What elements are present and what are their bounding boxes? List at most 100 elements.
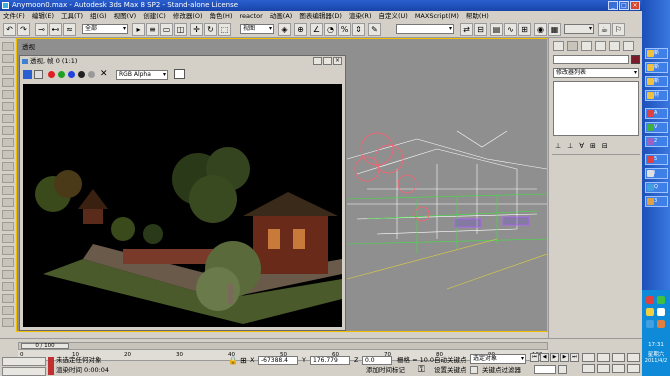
make-unique-icon[interactable]: ∀ xyxy=(579,142,584,150)
maxscript-listener[interactable] xyxy=(2,357,46,366)
tool-icon[interactable] xyxy=(2,90,14,99)
select-move-icon[interactable]: ✛ xyxy=(190,23,203,36)
align-icon[interactable]: ⊟ xyxy=(474,23,487,36)
field-of-view-icon[interactable] xyxy=(582,364,595,373)
menu-group[interactable]: 组(G) xyxy=(90,11,107,21)
taskbar-folder-button[interactable]: 新 xyxy=(645,62,668,73)
clone-window-icon[interactable] xyxy=(34,70,43,79)
object-color-swatch[interactable] xyxy=(631,55,640,64)
tool-icon[interactable] xyxy=(2,198,14,207)
tool-icon[interactable] xyxy=(2,138,14,147)
show-end-result-icon[interactable]: ⊥ xyxy=(567,142,573,150)
menu-help[interactable]: 帮助(H) xyxy=(466,11,489,21)
menu-reactor[interactable]: reactor xyxy=(239,11,262,21)
render-maximize-button[interactable] xyxy=(323,57,332,65)
object-name-field[interactable] xyxy=(553,55,629,64)
menu-maxscript[interactable]: MAXScript(M) xyxy=(415,11,459,21)
window-crossing-icon[interactable]: ◫ xyxy=(174,23,187,36)
tray-icon[interactable] xyxy=(646,320,654,328)
tool-icon[interactable] xyxy=(2,294,14,303)
set-key-button[interactable]: 设置关键点 xyxy=(434,366,467,375)
curve-editor-icon[interactable]: ∿ xyxy=(504,23,517,36)
menu-modifiers[interactable]: 修改器(O) xyxy=(173,11,203,21)
tool-icon[interactable] xyxy=(2,270,14,279)
tool-icon[interactable] xyxy=(2,210,14,219)
tool-icon[interactable] xyxy=(2,246,14,255)
clock-time[interactable]: 17:31 xyxy=(642,342,670,348)
tool-icon[interactable] xyxy=(2,126,14,135)
color-swatch[interactable] xyxy=(174,69,185,79)
red-channel-icon[interactable] xyxy=(48,71,55,78)
quick-render-icon[interactable]: ☕ xyxy=(598,23,611,36)
viewport-label[interactable]: 透视 xyxy=(22,41,35,51)
snap-toggle-icon[interactable]: ∠ xyxy=(310,23,323,36)
tool-icon[interactable] xyxy=(2,42,14,51)
menu-customize[interactable]: 自定义(U) xyxy=(378,11,407,21)
taskbar-app-button[interactable]: 5 xyxy=(645,154,668,165)
current-frame-field[interactable] xyxy=(534,365,556,374)
monochrome-icon[interactable] xyxy=(88,71,95,78)
blue-channel-icon[interactable] xyxy=(68,71,75,78)
selection-filter-dropdown[interactable]: 全部 xyxy=(82,24,128,34)
select-rotate-icon[interactable]: ↻ xyxy=(204,23,217,36)
green-channel-icon[interactable] xyxy=(58,71,65,78)
display-tab-icon[interactable] xyxy=(609,41,620,51)
maximize-button[interactable]: □ xyxy=(619,1,629,10)
named-selection-icon[interactable]: ✎ xyxy=(368,23,381,36)
taskbar-app-button[interactable]: 2 xyxy=(645,136,668,147)
pivot-center-icon[interactable]: ◈ xyxy=(278,23,291,36)
tool-icon[interactable] xyxy=(2,114,14,123)
angle-snap-icon[interactable]: ◔ xyxy=(324,23,337,36)
modifier-stack[interactable] xyxy=(553,81,639,136)
taskbar-folder-button[interactable]: 新 xyxy=(645,76,668,87)
time-slider[interactable]: 0 / 100 xyxy=(18,342,548,350)
menu-edit[interactable]: 编辑(E) xyxy=(32,11,54,21)
auto-key-button[interactable]: 自动关键点 xyxy=(434,356,467,365)
save-image-icon[interactable] xyxy=(23,70,32,79)
tray-icon[interactable] xyxy=(657,296,665,304)
tool-icon[interactable] xyxy=(2,162,14,171)
mirror-icon[interactable]: ⇄ xyxy=(460,23,473,36)
rendered-frame-window[interactable]: 透视, 帧 0 (1:1) × ✕ RGB Alpha xyxy=(19,55,346,331)
taskbar-app-button[interactable]: I xyxy=(645,168,668,179)
redo-icon[interactable]: ↷ xyxy=(17,23,30,36)
render-setup-icon[interactable]: ▦ xyxy=(548,23,561,36)
render-type-dropdown[interactable] xyxy=(564,24,594,34)
select-manipulate-icon[interactable]: ⊕ xyxy=(294,23,307,36)
y-coordinate-field[interactable]: 176.779 xyxy=(310,356,350,365)
arc-rotate-icon[interactable] xyxy=(612,364,625,373)
tool-icon[interactable] xyxy=(2,78,14,87)
tool-icon[interactable] xyxy=(2,258,14,267)
zoom-extents-icon[interactable] xyxy=(612,353,625,362)
taskbar-app-button[interactable]: 3 xyxy=(645,196,668,207)
unlink-icon[interactable]: ⊷ xyxy=(49,23,62,36)
bind-spacewarp-icon[interactable]: ≈ xyxy=(63,23,76,36)
add-time-tag[interactable]: 添加时间标记 xyxy=(366,366,405,375)
go-to-end-icon[interactable]: ⏭ xyxy=(570,353,579,362)
modifier-list-dropdown[interactable]: 修改器列表 xyxy=(553,68,639,78)
tool-icon[interactable] xyxy=(2,102,14,111)
taskbar-folder-button[interactable]: 新 xyxy=(645,48,668,59)
menu-animation[interactable]: 动画(A) xyxy=(270,11,293,21)
maximize-viewport-icon[interactable] xyxy=(627,364,640,373)
material-editor-icon[interactable]: ◉ xyxy=(534,23,547,36)
tool-icon[interactable] xyxy=(2,66,14,75)
time-config-icon[interactable] xyxy=(558,365,567,374)
select-object-icon[interactable]: ▸ xyxy=(132,23,145,36)
x-coordinate-field[interactable]: -67388.4 xyxy=(258,356,298,365)
menu-views[interactable]: 视图(V) xyxy=(114,11,137,21)
channel-dropdown[interactable]: RGB Alpha xyxy=(116,70,168,80)
taskbar-folder-button[interactable]: 材 xyxy=(645,90,668,101)
time-slider-thumb[interactable]: 0 / 100 xyxy=(21,343,69,349)
taskbar-app-button[interactable]: V xyxy=(645,122,668,133)
render-minimize-button[interactable] xyxy=(313,57,322,65)
tool-icon[interactable] xyxy=(2,174,14,183)
zoom-all-icon[interactable] xyxy=(597,353,610,362)
tray-icon[interactable] xyxy=(657,308,665,316)
select-scale-icon[interactable]: ⬚ xyxy=(218,23,231,36)
zoom-icon[interactable] xyxy=(582,353,595,362)
tool-icon[interactable] xyxy=(2,306,14,315)
menu-tools[interactable]: 工具(T) xyxy=(61,11,83,21)
key-filters-button[interactable]: 关键点过滤器 xyxy=(482,366,521,375)
menu-character[interactable]: 角色(H) xyxy=(210,11,233,21)
